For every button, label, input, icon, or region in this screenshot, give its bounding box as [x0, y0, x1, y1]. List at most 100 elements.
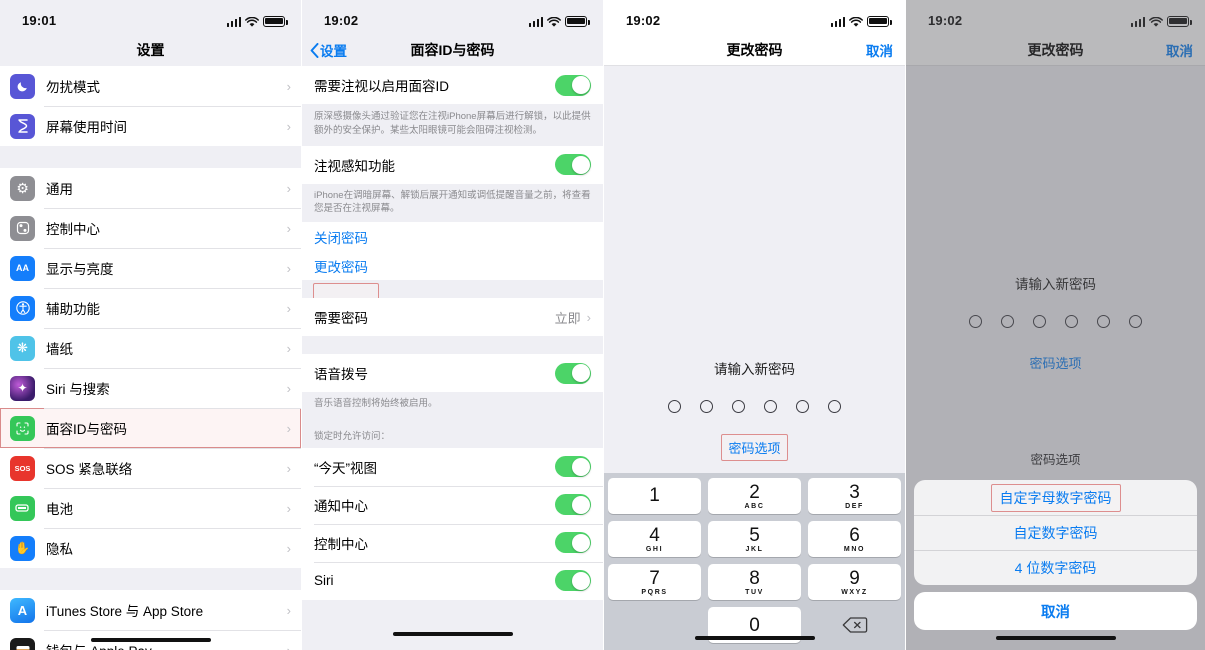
passcode-options-area: 密码选项: [604, 421, 905, 473]
sidebar-item-siri-search[interactable]: ✦ Siri 与搜索 ›: [0, 368, 301, 408]
wifi-icon: [849, 16, 863, 27]
sidebar-item-privacy[interactable]: ✋ 隐私 ›: [0, 528, 301, 568]
numeric-keypad: 1 2 ABC 3 DEF 4 GHI 5 JKL 6 MNO 7 PQRS 8…: [604, 473, 905, 650]
cellular-bars-icon: [528, 16, 543, 27]
option-label: 自定数字密码: [1013, 524, 1098, 541]
chevron-right-icon: ›: [286, 460, 291, 476]
chevron-right-icon: ›: [586, 309, 591, 325]
key-2[interactable]: 2 ABC: [708, 478, 801, 514]
sidebar-item-itunes-app-store[interactable]: A iTunes Store 与 App Store ›: [0, 590, 301, 630]
status-icons: [830, 14, 892, 27]
control-center-toggle[interactable]: [555, 532, 591, 554]
face-id-passcode-icon: [10, 415, 35, 441]
sidebar-item-wallpaper[interactable]: ❋ 墙纸 ›: [0, 328, 301, 368]
face-id-background: 19:02 设置 面容ID与密码 需要注视以启用面容ID 原深感摄像头通过验证您…: [302, 0, 603, 650]
key-number: 0: [749, 614, 760, 636]
passcode-dot: [796, 400, 809, 413]
key-number: 9: [849, 567, 860, 589]
notification-center-toggle[interactable]: [555, 494, 591, 516]
option-custom-numeric-code[interactable]: 自定数字密码: [914, 515, 1197, 550]
key-number: 6: [849, 524, 860, 546]
panel-face-id-passcode: 19:02 设置 面容ID与密码 需要注视以启用面容ID 原深感摄像头通过验证您…: [301, 0, 603, 650]
chevron-right-icon: ›: [286, 420, 291, 436]
sidebar-item-emergency-sos[interactable]: SOS SOS 紧急联络 ›: [0, 448, 301, 488]
chevron-right-icon: ›: [286, 540, 291, 556]
panel-passcode-options-sheet: 19:02 更改密码 取消 请输入新密码 密码选项 密码选项 自定字母数字密码 …: [905, 0, 1205, 650]
passcode-options-button[interactable]: 密码选项: [721, 433, 788, 461]
nav-bar: 更改密码 取消: [604, 34, 905, 66]
sidebar-item-control-center[interactable]: 控制中心 ›: [0, 208, 301, 248]
passcode-dot: [732, 400, 745, 413]
sidebar-item-display-brightness[interactable]: AA 显示与亮度 ›: [0, 248, 301, 288]
cancel-button[interactable]: 取消: [866, 40, 893, 60]
chevron-right-icon: ›: [286, 78, 291, 94]
sidebar-item-label: iTunes Store 与 App Store: [46, 604, 204, 619]
key-7[interactable]: 7 PQRS: [608, 564, 701, 600]
row-label: 需要密码: [314, 311, 368, 327]
status-bar: 19:01: [0, 0, 301, 34]
key-9[interactable]: 9 WXYZ: [808, 564, 901, 600]
row-attention-aware-features[interactable]: 注视感知功能: [302, 145, 603, 184]
sidebar-item-label: 显示与亮度: [46, 262, 114, 277]
option-custom-alphanumeric-code[interactable]: 自定字母数字密码: [914, 480, 1197, 515]
sidebar-item-label: 通用: [46, 182, 73, 197]
row-require-passcode[interactable]: 需要密码 立即 ›: [302, 298, 603, 337]
action-sheet: 密码选项 自定字母数字密码 自定数字密码 4 位数字密码 取消: [914, 440, 1197, 630]
row-today-view[interactable]: “今天”视图: [302, 447, 603, 486]
chevron-left-icon: [310, 42, 319, 58]
attention-aware-features-note: iPhone在调暗屏幕、解锁后展开通知或调低提醒音量之前，将查看您是否在注视屏幕…: [302, 183, 603, 223]
change-passcode-button[interactable]: 更改密码: [302, 252, 603, 281]
attention-aware-features-toggle[interactable]: [555, 154, 591, 176]
backspace-icon: [842, 617, 867, 633]
option-four-digit-numeric-code[interactable]: 4 位数字密码: [914, 550, 1197, 585]
cellular-bars-icon: [830, 16, 845, 27]
row-notification-center[interactable]: 通知中心: [302, 485, 603, 524]
wifi-icon: [245, 16, 259, 27]
key-number: 7: [649, 567, 660, 589]
wallpaper-icon: ❋: [10, 335, 35, 361]
home-indicator: [694, 635, 815, 640]
sidebar-item-do-not-disturb[interactable]: 勿扰模式 ›: [0, 66, 301, 106]
keypad-row: 7 PQRS 8 TUV 9 WXYZ: [608, 564, 901, 600]
option-label: 自定字母数字密码: [990, 483, 1121, 512]
row-label: 控制中心: [314, 536, 368, 552]
key-letters: DEF: [845, 502, 864, 510]
sidebar-item-label: 隐私: [46, 542, 73, 557]
allow-access-header: 锁定时允许访问：: [302, 424, 603, 448]
sidebar-item-face-id-passcode[interactable]: 面容ID与密码 ›: [0, 408, 301, 448]
home-indicator: [392, 631, 513, 636]
row-control-center[interactable]: 控制中心: [302, 523, 603, 562]
key-6[interactable]: 6 MNO: [808, 521, 901, 557]
back-button-label: 设置: [320, 44, 347, 59]
row-label: 注视感知功能: [314, 158, 395, 174]
action-sheet-title: 密码选项: [1030, 453, 1081, 467]
today-view-toggle[interactable]: [555, 456, 591, 478]
passcode-prompt-area: 请输入新密码: [604, 66, 905, 421]
key-1[interactable]: 1: [608, 478, 701, 514]
key-4[interactable]: 4 GHI: [608, 521, 701, 557]
chevron-right-icon: ›: [286, 180, 291, 196]
voice-dial-toggle[interactable]: [555, 362, 591, 384]
passcode-actions-group: 关闭密码 更改密码: [302, 222, 603, 281]
sidebar-item-accessibility[interactable]: 辅助功能 ›: [0, 288, 301, 328]
sidebar-item-screen-time[interactable]: 屏幕使用时间 ›: [0, 106, 301, 146]
row-attention-aware-unlock[interactable]: 需要注视以启用面容ID: [302, 66, 603, 104]
key-number: 2: [749, 481, 760, 503]
key-3[interactable]: 3 DEF: [808, 478, 901, 514]
key-delete[interactable]: [808, 607, 901, 643]
attention-aware-unlock-toggle[interactable]: [555, 74, 591, 96]
action-sheet-cancel-button[interactable]: 取消: [914, 592, 1197, 630]
turn-off-passcode-button[interactable]: 关闭密码: [302, 222, 603, 253]
key-8[interactable]: 8 TUV: [708, 564, 801, 600]
settings-group-1: 勿扰模式 › 屏幕使用时间 ›: [0, 66, 301, 146]
section-gap: [0, 146, 301, 168]
wallet-apple-pay-icon: [10, 637, 35, 650]
sidebar-item-battery[interactable]: 电池 ›: [0, 488, 301, 528]
back-button[interactable]: 设置: [310, 40, 347, 60]
sidebar-item-general[interactable]: ⚙ 通用 ›: [0, 168, 301, 208]
key-5[interactable]: 5 JKL: [708, 521, 801, 557]
siri-toggle[interactable]: [555, 570, 591, 592]
row-siri[interactable]: Siri: [302, 561, 603, 600]
general-gear-icon: ⚙: [10, 175, 35, 201]
row-voice-dial[interactable]: 语音拨号: [302, 354, 603, 393]
